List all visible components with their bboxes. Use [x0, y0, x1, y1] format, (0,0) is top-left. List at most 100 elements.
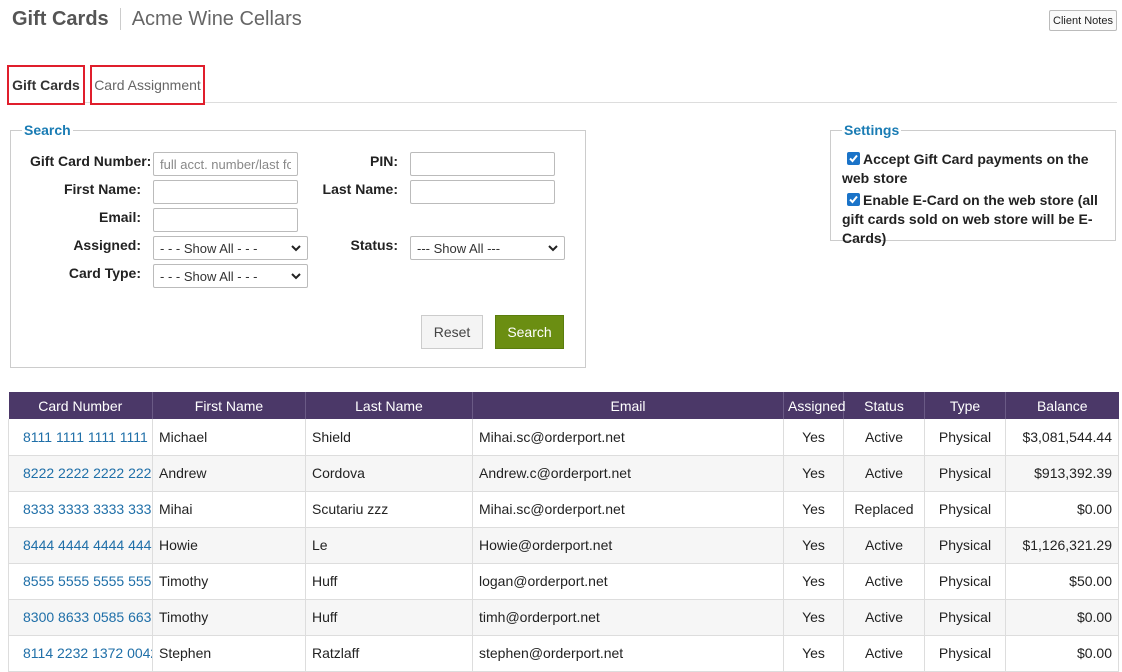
status-select-value: --- Show All --- [417, 240, 501, 256]
balance-cell: $1,126,321.29 [1005, 527, 1119, 564]
table-row: 8333 3333 3333 3333 Mihai Scutariu zzz M… [8, 491, 1119, 528]
last-name-cell: Shield [305, 419, 473, 456]
chevron-down-icon [291, 271, 301, 281]
assigned-cell: Yes [783, 419, 844, 456]
card-number-link[interactable]: 8333 3333 3333 3333 [8, 491, 153, 528]
card-number-link[interactable]: 8300 8633 0585 6636 [8, 599, 153, 636]
enable-ecard-label: Enable E-Card on the web store (all gift… [842, 192, 1098, 246]
balance-cell: $913,392.39 [1005, 455, 1119, 492]
email-input[interactable] [153, 208, 298, 232]
type-cell: Physical [924, 599, 1006, 636]
accept-payments-setting: Accept Gift Card payments on the web sto… [842, 150, 1104, 188]
table-header-row: Card Number First Name Last Name Email A… [8, 392, 1119, 419]
table-row: 8300 8633 0585 6636 Timothy Huff timh@or… [8, 599, 1119, 636]
column-header-email[interactable]: Email [472, 392, 784, 419]
enable-ecard-checkbox[interactable] [847, 193, 860, 206]
status-cell: Active [843, 419, 925, 456]
status-cell: Active [843, 527, 925, 564]
last-name-label: Last Name: [322, 181, 398, 197]
first-name-cell: Timothy [152, 599, 306, 636]
chevron-down-icon [548, 243, 558, 253]
settings-legend: Settings [844, 122, 900, 138]
first-name-cell: Howie [152, 527, 306, 564]
last-name-cell: Scutariu zzz [305, 491, 473, 528]
card-number-link[interactable]: 8111 1111 1111 1111 [8, 419, 153, 456]
column-header-assigned[interactable]: Assigned [783, 392, 846, 419]
type-cell: Physical [924, 419, 1006, 456]
assigned-cell: Yes [783, 635, 844, 672]
gift-cards-table: Card Number First Name Last Name Email A… [8, 392, 1119, 672]
email-cell: logan@orderport.net [472, 563, 784, 600]
gift-card-number-label: Gift Card Number: [30, 153, 152, 169]
gift-card-number-input[interactable] [153, 152, 298, 176]
first-name-input[interactable] [153, 180, 298, 204]
first-name-cell: Stephen [152, 635, 306, 672]
email-cell: Mihai.sc@orderport.net [472, 491, 784, 528]
column-header-first-name[interactable]: First Name [152, 392, 306, 419]
column-header-balance[interactable]: Balance [1005, 392, 1119, 419]
client-name: Acme Wine Cellars [131, 7, 302, 30]
accept-payments-label: Accept Gift Card payments on the web sto… [842, 151, 1089, 186]
header-divider [119, 8, 121, 30]
column-header-status[interactable]: Status [843, 392, 925, 419]
table-row: 8114 2232 1372 0042 Stephen Ratzlaff ste… [8, 635, 1119, 672]
pin-input[interactable] [410, 152, 555, 176]
assigned-cell: Yes [783, 491, 844, 528]
card-number-link[interactable]: 8444 4444 4444 4444 [8, 527, 153, 564]
card-number-link[interactable]: 8114 2232 1372 0042 [8, 635, 153, 672]
type-cell: Physical [924, 635, 1006, 672]
card-type-select-value: - - - Show All - - - [160, 268, 258, 284]
card-number-link[interactable]: 8555 5555 5555 5555 [8, 563, 153, 600]
reset-button[interactable]: Reset [421, 315, 483, 349]
tab-gift-cards[interactable]: Gift Cards [7, 65, 85, 105]
last-name-cell: Ratzlaff [305, 635, 473, 672]
balance-cell: $3,081,544.44 [1005, 419, 1119, 456]
table-row: 8444 4444 4444 4444 Howie Le Howie@order… [8, 527, 1119, 564]
search-button[interactable]: Search [495, 315, 564, 349]
email-cell: Andrew.c@orderport.net [472, 455, 784, 492]
assigned-label: Assigned: [73, 237, 141, 253]
email-cell: Mihai.sc@orderport.net [472, 419, 784, 456]
status-cell: Replaced [843, 491, 925, 528]
email-label: Email: [98, 209, 141, 225]
type-cell: Physical [924, 563, 1006, 600]
last-name-input[interactable] [410, 180, 555, 204]
card-type-label: Card Type: [68, 265, 141, 281]
assigned-cell: Yes [783, 455, 844, 492]
status-select[interactable]: --- Show All --- [410, 236, 565, 260]
card-type-select[interactable]: - - - Show All - - - [153, 264, 308, 288]
status-cell: Active [843, 563, 925, 600]
table-row: 8111 1111 1111 1111 Michael Shield Mihai… [8, 419, 1119, 456]
type-cell: Physical [924, 491, 1006, 528]
table-row: 8222 2222 2222 2222 Andrew Cordova Andre… [8, 455, 1119, 492]
status-cell: Active [843, 455, 925, 492]
first-name-label: First Name: [63, 181, 141, 197]
client-notes-button[interactable]: Client Notes [1049, 10, 1117, 31]
first-name-cell: Mihai [152, 491, 306, 528]
email-cell: stephen@orderport.net [472, 635, 784, 672]
table-row: 8555 5555 5555 5555 Timothy Huff logan@o… [8, 563, 1119, 600]
assigned-select-value: - - - Show All - - - [160, 240, 258, 256]
assigned-cell: Yes [783, 599, 844, 636]
first-name-cell: Andrew [152, 455, 306, 492]
balance-cell: $0.00 [1005, 599, 1119, 636]
enable-ecard-setting: Enable E-Card on the web store (all gift… [842, 191, 1104, 248]
search-legend: Search [24, 122, 71, 138]
status-cell: Active [843, 635, 925, 672]
type-cell: Physical [924, 527, 1006, 564]
column-header-last-name[interactable]: Last Name [305, 392, 473, 419]
column-header-type[interactable]: Type [924, 392, 1006, 419]
first-name-cell: Timothy [152, 563, 306, 600]
accept-payments-checkbox[interactable] [847, 152, 860, 165]
column-header-card-number[interactable]: Card Number [8, 392, 153, 419]
last-name-cell: Huff [305, 599, 473, 636]
first-name-cell: Michael [152, 419, 306, 456]
assigned-select[interactable]: - - - Show All - - - [153, 236, 308, 260]
balance-cell: $0.00 [1005, 491, 1119, 528]
last-name-cell: Le [305, 527, 473, 564]
card-number-link[interactable]: 8222 2222 2222 2222 [8, 455, 153, 492]
email-cell: timh@orderport.net [472, 599, 784, 636]
email-cell: Howie@orderport.net [472, 527, 784, 564]
type-cell: Physical [924, 455, 1006, 492]
tab-card-assignment[interactable]: Card Assignment [90, 65, 205, 105]
